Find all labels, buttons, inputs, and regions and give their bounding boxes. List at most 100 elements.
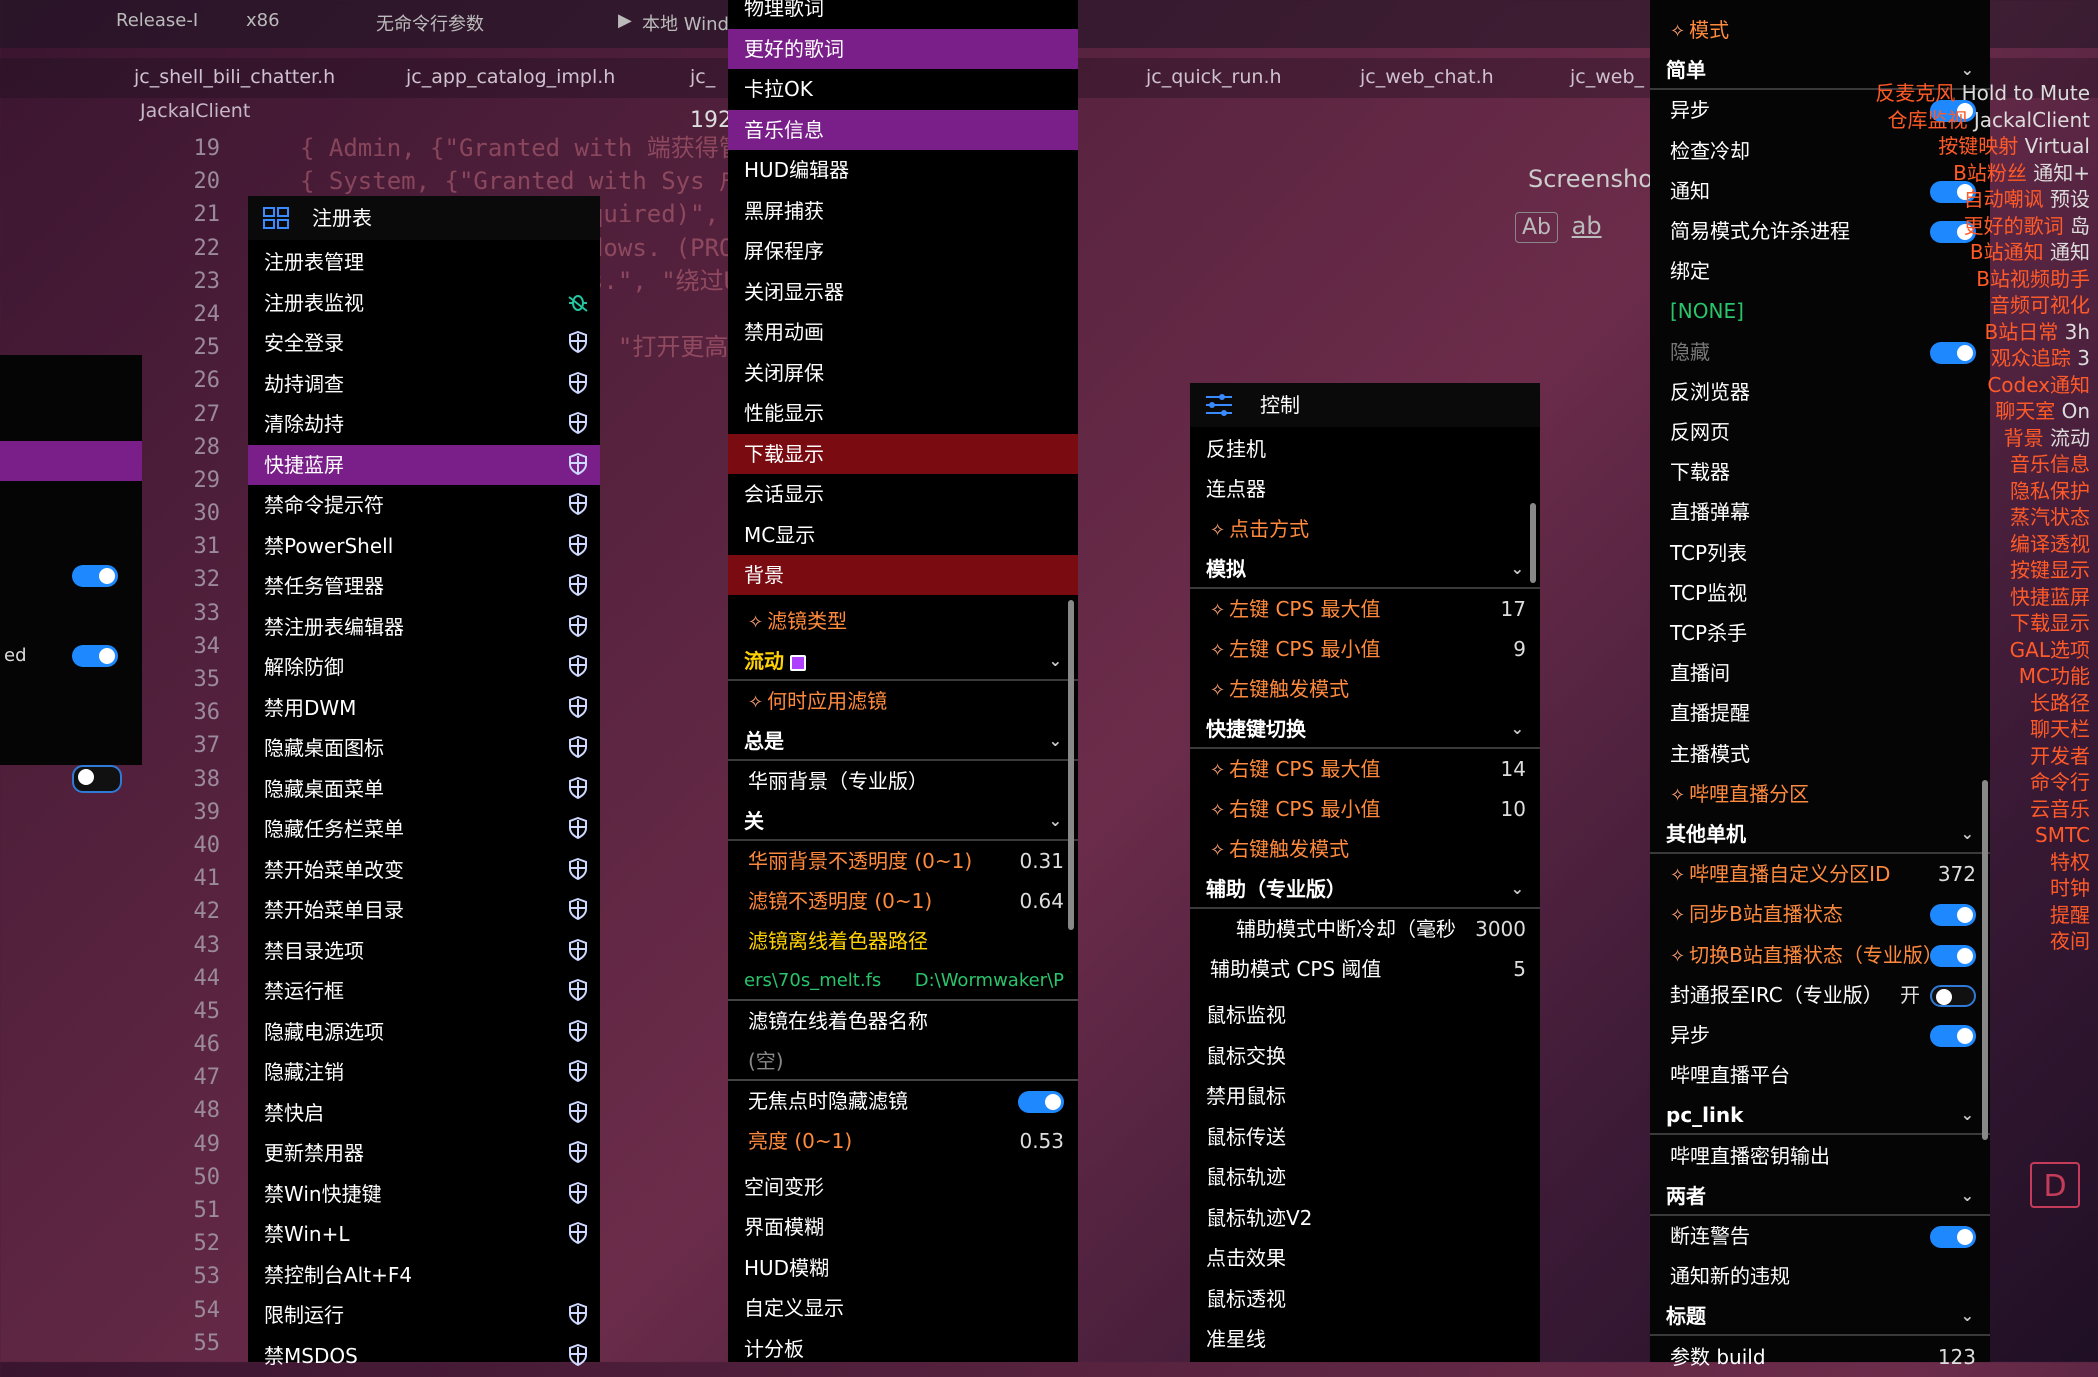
- find-label[interactable]: Screensho: [1528, 165, 1653, 193]
- chevron-down-icon[interactable]: ⌄: [1511, 869, 1524, 907]
- lcps-min-slider[interactable]: 左键 CPS 最小值 9: [1190, 629, 1540, 669]
- rcps-max-slider[interactable]: 右键 CPS 最大值 14: [1190, 749, 1540, 789]
- control-item[interactable]: 鼠标监视: [1190, 995, 1540, 1035]
- chevron-down-icon[interactable]: ⌄: [1049, 641, 1062, 679]
- registry-item[interactable]: 禁任务管理器: [248, 566, 600, 606]
- shader-path-label[interactable]: 滤镜离线着色器路径: [728, 921, 1078, 961]
- platform-dropdown[interactable]: x86: [246, 10, 280, 31]
- registry-item[interactable]: 解除防御: [248, 647, 600, 687]
- bug-icon[interactable]: [568, 291, 588, 313]
- registry-item[interactable]: 隐藏桌面图标: [248, 728, 600, 768]
- control-item[interactable]: 禁用鼠标: [1190, 1076, 1540, 1116]
- bg-opacity-slider[interactable]: 华丽背景不透明度 (0~1) 0.31: [728, 841, 1078, 881]
- render-item[interactable]: 物理歌词: [728, 0, 1078, 28]
- filter-type-dropdown[interactable]: 流动 ⌄: [728, 641, 1078, 681]
- control-item[interactable]: 鼠标透视: [1190, 1279, 1540, 1319]
- shield-icon[interactable]: [568, 736, 588, 758]
- ltrig-dropdown[interactable]: 快捷键切换 ⌄: [1190, 709, 1540, 749]
- shield-icon[interactable]: [568, 898, 588, 920]
- registry-item[interactable]: 禁运行框: [248, 971, 600, 1011]
- shield-icon[interactable]: [568, 695, 588, 718]
- shield-icon[interactable]: [568, 1303, 588, 1325]
- when-apply-dropdown[interactable]: 总是 ⌄: [728, 721, 1078, 761]
- registry-item[interactable]: 更新禁用器: [248, 1133, 600, 1173]
- render-item[interactable]: MC显示: [728, 515, 1078, 555]
- control-item[interactable]: 反挂机: [1190, 429, 1540, 469]
- render-scrollbar[interactable]: [1068, 600, 1074, 930]
- shield-icon[interactable]: [568, 533, 588, 556]
- render-item[interactable]: 下载显示: [728, 433, 1078, 474]
- registry-item[interactable]: 禁开始菜单改变: [248, 850, 600, 890]
- editor-tab[interactable]: jc_shell_bili_chatter.h: [134, 66, 335, 88]
- registry-item[interactable]: 禁目录选项: [248, 931, 600, 971]
- render-item[interactable]: HUD模糊: [728, 1248, 1078, 1288]
- render-item[interactable]: 性能显示: [728, 393, 1078, 433]
- chevron-down-icon[interactable]: ⌄: [1961, 1095, 1974, 1133]
- control-scrollbar[interactable]: [1530, 503, 1536, 583]
- shield-icon[interactable]: [568, 614, 588, 637]
- render-item[interactable]: 音乐信息: [728, 109, 1078, 150]
- shield-icon[interactable]: [568, 655, 588, 677]
- hide-unfocus-switch[interactable]: [1018, 1090, 1064, 1113]
- left-stub-toggle-3[interactable]: [72, 765, 122, 793]
- args-dropdown[interactable]: 无命令行参数: [376, 10, 484, 36]
- registry-item[interactable]: 禁注册表编辑器: [248, 607, 600, 647]
- play-icon[interactable]: ▶: [618, 10, 632, 31]
- shader-name-input[interactable]: (空): [728, 1041, 1078, 1081]
- render-item[interactable]: HUD编辑器: [728, 150, 1078, 190]
- registry-item[interactable]: 禁Win+L: [248, 1214, 600, 1254]
- chevron-down-icon[interactable]: ⌄: [1511, 709, 1524, 747]
- chevron-down-icon[interactable]: ⌄: [1961, 1296, 1974, 1334]
- bg-label[interactable]: 华丽背景（专业版）: [728, 761, 1078, 801]
- render-item[interactable]: 界面模糊: [728, 1207, 1078, 1247]
- control-item[interactable]: 鼠标交换: [1190, 1036, 1540, 1076]
- shield-icon[interactable]: [568, 371, 588, 394]
- toggle-switch[interactable]: [1930, 1025, 1976, 1047]
- settings-row[interactable]: 模式: [1650, 10, 1990, 50]
- editor-tab[interactable]: jc_web_: [1570, 66, 1644, 88]
- shield-icon[interactable]: [568, 331, 588, 353]
- ltrig-label[interactable]: 左键触发模式: [1190, 669, 1540, 709]
- when-apply-label[interactable]: 何时应用滤镜: [728, 681, 1078, 721]
- shield-icon[interactable]: [568, 817, 588, 839]
- settings-row[interactable]: 封通报至IRC（专业版） 开: [1650, 975, 1990, 1015]
- registry-item[interactable]: 安全登录: [248, 323, 600, 363]
- shader-path-input[interactable]: ers\70s_melt.fs D:\Wormwaker\P: [728, 961, 1078, 1001]
- settings-row[interactable]: 两者 ⌄: [1650, 1176, 1990, 1216]
- assist-cps-slider[interactable]: 辅助模式 CPS 阈值 5: [1190, 949, 1540, 989]
- render-item[interactable]: 关闭显示器: [728, 272, 1078, 312]
- control-item[interactable]: 连点器: [1190, 469, 1540, 509]
- click-mode-label[interactable]: 点击方式: [1190, 509, 1540, 549]
- control-item[interactable]: 点击效果: [1190, 1238, 1540, 1278]
- shield-icon[interactable]: [568, 1060, 588, 1082]
- control-item[interactable]: 准星线: [1190, 1319, 1540, 1359]
- toggle-switch[interactable]: [1930, 1226, 1976, 1248]
- toggle-switch[interactable]: [1930, 984, 1976, 1007]
- shield-icon[interactable]: [568, 1019, 588, 1042]
- render-item[interactable]: 会话显示: [728, 474, 1078, 514]
- render-item[interactable]: 更好的歌词: [728, 28, 1078, 69]
- registry-item[interactable]: 禁用DWM: [248, 688, 600, 728]
- registry-item[interactable]: 清除劫持: [248, 404, 600, 444]
- settings-row[interactable]: 哔哩直播平台: [1650, 1055, 1990, 1095]
- lcps-max-slider[interactable]: 左键 CPS 最大值 17: [1190, 589, 1540, 629]
- shield-icon[interactable]: [568, 1100, 588, 1123]
- left-stub-toggle-2[interactable]: [72, 645, 118, 667]
- hide-unfocus-toggle[interactable]: 无焦点时隐藏滤镜: [728, 1081, 1078, 1121]
- settings-row[interactable]: 通知新的违规: [1650, 1256, 1990, 1296]
- settings-row[interactable]: 异步: [1650, 1015, 1990, 1055]
- registry-item[interactable]: 禁开始菜单目录: [248, 890, 600, 930]
- shield-icon[interactable]: [568, 452, 588, 475]
- registry-item[interactable]: 禁快启: [248, 1093, 600, 1133]
- settings-row[interactable]: 哔哩直播密钥输出: [1650, 1136, 1990, 1176]
- chevron-down-icon[interactable]: ⌄: [1961, 1176, 1974, 1214]
- registry-item[interactable]: 隐藏注销: [248, 1052, 600, 1092]
- click-mode-dropdown[interactable]: 模拟 ⌄: [1190, 549, 1540, 589]
- shield-icon[interactable]: [568, 938, 588, 961]
- settings-row[interactable]: 标题 ⌄: [1650, 1296, 1990, 1337]
- registry-item[interactable]: 隐藏任务栏菜单: [248, 809, 600, 849]
- registry-item[interactable]: 快捷蓝屏: [248, 444, 600, 485]
- render-item[interactable]: 黑屏捕获: [728, 191, 1078, 231]
- chevron-down-icon[interactable]: ⌄: [1511, 549, 1524, 587]
- shield-icon[interactable]: [568, 412, 588, 434]
